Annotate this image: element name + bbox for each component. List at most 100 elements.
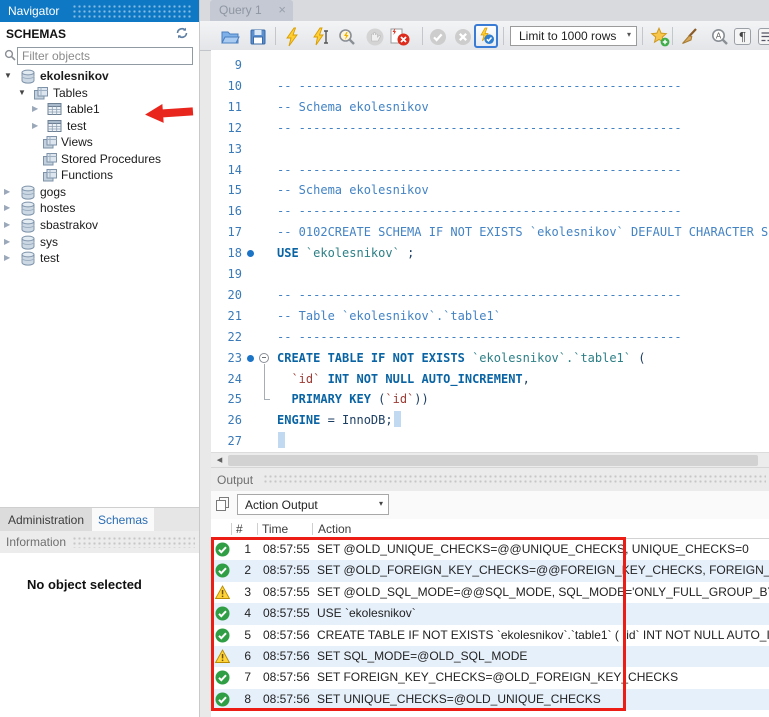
- show-invisibles-button[interactable]: ¶: [733, 27, 753, 47]
- tree-item-gogs[interactable]: ▶ gogs: [0, 184, 199, 200]
- code-text: ENGINE = InnoDB;: [277, 410, 401, 431]
- tree-item-sbastrakov[interactable]: ▶sbastrakov: [0, 217, 199, 233]
- editor-line-12: 12-- -----------------------------------…: [211, 118, 769, 139]
- collapse-icon[interactable]: ▼: [4, 71, 12, 81]
- new-snippet-button[interactable]: [650, 27, 670, 47]
- explain-button[interactable]: [337, 27, 357, 47]
- line-number: 17: [211, 222, 242, 243]
- row-action: SET UNIQUE_CHECKS=@OLD_UNIQUE_CHECKS: [317, 692, 769, 706]
- action-output-row[interactable]: 608:57:56SET SQL_MODE=@OLD_SQL_MODE: [211, 646, 769, 667]
- close-tab-icon[interactable]: ×: [278, 2, 286, 17]
- output-toolbar: Action Output ▾: [211, 491, 769, 519]
- editor-horizontal-scrollbar[interactable]: ◂: [211, 452, 769, 467]
- expand-icon[interactable]: ▶: [4, 203, 10, 213]
- execute-current-button[interactable]: [310, 27, 330, 47]
- schemas-section-header: SCHEMAS: [0, 22, 199, 46]
- open-script-button[interactable]: [220, 27, 240, 47]
- expand-icon[interactable]: ▶: [32, 121, 38, 131]
- sql-editor[interactable]: 910-- ----------------------------------…: [211, 50, 769, 452]
- expand-icon[interactable]: ▶: [4, 253, 10, 263]
- code-fold-icon[interactable]: [259, 353, 269, 363]
- toggle-autocommit-button[interactable]: [474, 24, 498, 48]
- expand-icon[interactable]: ▶: [4, 187, 10, 197]
- tree-item-label: hostes: [40, 201, 75, 215]
- action-output-row[interactable]: 508:57:56CREATE TABLE IF NOT EXISTS `eko…: [211, 625, 769, 646]
- chevron-down-icon: ▾: [627, 30, 631, 39]
- limit-rows-dropdown[interactable]: Limit to 1000 rows▾: [510, 26, 637, 46]
- tree-item-ekolesnikov[interactable]: ▼ekolesnikov: [0, 68, 199, 84]
- row-index: 8: [225, 692, 251, 706]
- code-text: -- Schema ekolesnikov: [277, 180, 429, 201]
- statement-marker-icon: [247, 355, 254, 362]
- tree-item-label: table1: [67, 102, 100, 116]
- tab-administration[interactable]: Administration: [0, 508, 92, 532]
- filter-input[interactable]: [17, 47, 193, 65]
- tree-item-hostes[interactable]: ▶ hostes: [0, 200, 199, 216]
- action-output-row[interactable]: 708:57:56SET FOREIGN_KEY_CHECKS=@OLD_FOR…: [211, 667, 769, 688]
- row-index: 7: [225, 670, 251, 684]
- header-texture: [72, 536, 195, 548]
- header-texture: [72, 4, 193, 18]
- refresh-schemas-icon[interactable]: [175, 26, 189, 43]
- tree-item-functions[interactable]: Functions: [0, 167, 199, 183]
- execute-button[interactable]: [282, 27, 302, 47]
- action-output-row[interactable]: 208:57:55SET @OLD_FOREIGN_KEY_CHECKS=@@F…: [211, 560, 769, 581]
- editor-line-19: 19: [211, 264, 769, 285]
- beautify-button[interactable]: [680, 27, 700, 47]
- navigator-panel: Navigator SCHEMAS ▼ekolesnikov▼Tables▶ta…: [0, 0, 200, 717]
- tree-item-table1[interactable]: ▶ table1: [0, 101, 199, 117]
- code-text: -- -------------------------------------…: [277, 285, 682, 306]
- information-section-header: Information: [0, 531, 199, 553]
- action-output-row[interactable]: 308:57:55SET @OLD_SQL_MODE=@@SQL_MODE, S…: [211, 582, 769, 603]
- output-type-dropdown[interactable]: Action Output ▾: [237, 494, 389, 515]
- fold-guide-hook: [264, 399, 270, 400]
- collapse-icon[interactable]: ▼: [18, 88, 26, 98]
- find-button[interactable]: A: [710, 27, 730, 47]
- code-text: CREATE TABLE IF NOT EXISTS `ekolesnikov`…: [277, 348, 645, 369]
- line-number: 27: [211, 431, 242, 452]
- tab-schemas[interactable]: Schemas: [92, 508, 154, 532]
- tree-item-test[interactable]: ▶test: [0, 250, 199, 266]
- commit-button[interactable]: [428, 27, 448, 47]
- action-output-row[interactable]: 808:57:56SET UNIQUE_CHECKS=@OLD_UNIQUE_C…: [211, 689, 769, 710]
- line-number: 11: [211, 97, 242, 118]
- tree-item-sys[interactable]: ▶sys: [0, 234, 199, 250]
- scroll-left-icon[interactable]: ◂: [212, 453, 227, 467]
- save-script-button[interactable]: [248, 27, 268, 47]
- code-text: `id` INT NOT NULL AUTO_INCREMENT,: [277, 369, 530, 390]
- tab-query-1[interactable]: Query 1 ×: [210, 0, 293, 21]
- tree-item-views[interactable]: Views: [0, 134, 199, 150]
- fold-guide-line: [264, 364, 265, 400]
- code-text: -- -------------------------------------…: [277, 201, 682, 222]
- editor-line-17: 17-- 0102CREATE SCHEMA IF NOT EXISTS `ek…: [211, 222, 769, 243]
- panel-splitter[interactable]: [200, 0, 211, 717]
- row-time: 08:57:56: [263, 649, 310, 663]
- expand-icon[interactable]: ▶: [32, 104, 38, 114]
- row-time: 08:57:55: [263, 585, 310, 599]
- expand-icon[interactable]: ▶: [4, 237, 10, 247]
- sidebar-bottom-tabs: Administration Schemas: [0, 507, 199, 532]
- tree-item-label: gogs: [40, 185, 66, 199]
- toggle-stop-on-error-button[interactable]: [389, 27, 409, 47]
- line-number: 20: [211, 285, 242, 306]
- code-text: -- -------------------------------------…: [277, 76, 682, 97]
- tree-item-stored-procedures[interactable]: Stored Procedures: [0, 151, 199, 167]
- tree-item-test[interactable]: ▶test: [0, 118, 199, 134]
- editor-line-22: 22-- -----------------------------------…: [211, 327, 769, 348]
- stop-button[interactable]: [365, 27, 385, 47]
- editor-line-25: 25 PRIMARY KEY (`id`)): [211, 389, 769, 410]
- header-texture: [263, 474, 766, 485]
- tree-item-tables[interactable]: ▼Tables: [0, 85, 199, 101]
- editor-line-11: 11-- Schema ekolesnikov: [211, 97, 769, 118]
- action-output-row[interactable]: 108:57:55SET @OLD_UNIQUE_CHECKS=@@UNIQUE…: [211, 539, 769, 560]
- text-cursor: [394, 411, 401, 427]
- action-output-row[interactable]: 408:57:55USE `ekolesnikov`: [211, 603, 769, 624]
- action-output-header: # Time Action: [211, 519, 769, 539]
- rollback-button[interactable]: [453, 27, 473, 47]
- editor-line-21: 21-- Table `ekolesnikov`.`table1`: [211, 306, 769, 327]
- wrap-text-button[interactable]: [757, 27, 769, 47]
- table-icon: [47, 119, 62, 136]
- row-time: 08:57:55: [263, 606, 310, 620]
- scrollbar-thumb[interactable]: [228, 455, 758, 466]
- expand-icon[interactable]: ▶: [4, 220, 10, 230]
